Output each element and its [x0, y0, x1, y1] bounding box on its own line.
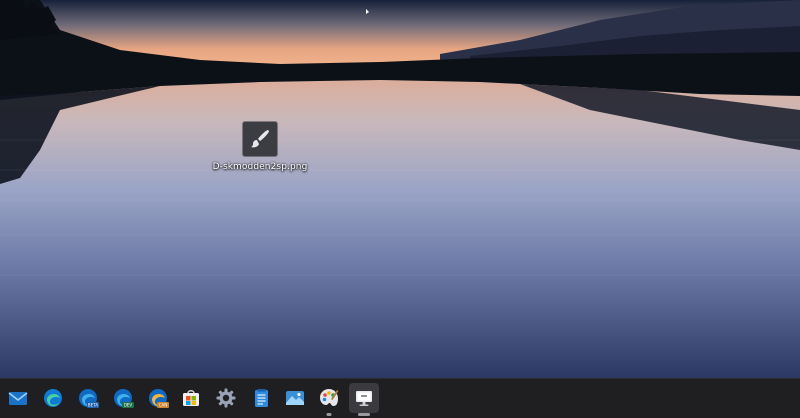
edge-canary-icon: CAN [149, 389, 169, 408]
mouse-cursor [365, 0, 371, 14]
taskbar-photos[interactable] [280, 383, 310, 413]
photos-icon [286, 391, 304, 405]
remote-desktop-icon [356, 391, 372, 406]
taskbar-store[interactable] [176, 383, 206, 413]
taskbar-edge-dev[interactable]: DEV [108, 383, 138, 413]
badge-text: BETA [88, 403, 98, 408]
desktop-file-label: D-skmodden2sp.png [212, 162, 308, 172]
running-indicator [326, 413, 332, 416]
taskbar-mail[interactable] [3, 383, 33, 413]
settings-gear-icon [216, 388, 236, 408]
taskbar-edge-beta[interactable]: BETA [73, 383, 103, 413]
taskbar-edge[interactable] [38, 383, 68, 413]
taskbar-edge-canary[interactable]: CAN [143, 383, 173, 413]
badge-text: DEV [124, 403, 133, 408]
notepad-icon [255, 389, 268, 407]
wallpaper-lake-sunset [0, 0, 800, 378]
taskbar-paint[interactable] [314, 383, 344, 416]
paint-icon [243, 122, 277, 156]
focused-indicator [358, 413, 370, 416]
taskbar-notepad[interactable] [246, 383, 276, 413]
badge-text: CAN [159, 403, 168, 408]
desktop-file-icon[interactable]: D-skmodden2sp.png [212, 122, 308, 180]
store-icon [183, 390, 199, 406]
edge-icon [44, 389, 62, 407]
paint-icon [320, 389, 339, 406]
taskbar-remote-desktop[interactable] [349, 383, 379, 416]
desktop[interactable]: D-skmodden2sp.png [0, 0, 800, 378]
edge-dev-icon: DEV [114, 389, 134, 408]
taskbar-settings[interactable] [211, 383, 241, 413]
mail-icon [8, 392, 28, 405]
edge-beta-icon: BETA [79, 389, 99, 408]
taskbar: BETA DEV CAN [0, 378, 800, 418]
